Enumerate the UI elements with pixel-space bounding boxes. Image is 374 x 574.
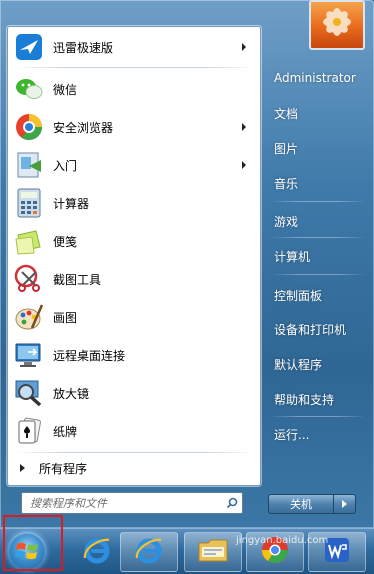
divider bbox=[270, 416, 366, 417]
submenu-arrow-icon[interactable] bbox=[242, 43, 246, 51]
start-menu: 迅雷极速版 微信 安全浏览器 入门 计算器 便笺 截图工具 画图 远程桌面连接 … bbox=[0, 0, 374, 528]
all-programs-button[interactable]: 所有程序 bbox=[10, 456, 256, 480]
program-calculator[interactable]: 计算器 bbox=[10, 185, 256, 221]
submenu-arrow-icon[interactable] bbox=[242, 123, 246, 131]
shutdown-options-button[interactable] bbox=[334, 494, 356, 514]
paint-icon bbox=[13, 301, 45, 333]
taskbar-explorer-button[interactable] bbox=[184, 532, 242, 572]
link-label: 默认程序 bbox=[274, 357, 323, 372]
user-picture[interactable] bbox=[309, 0, 365, 50]
program-label: 纸牌 bbox=[53, 424, 78, 439]
default-programs-link[interactable]: 默认程序 bbox=[268, 350, 368, 378]
run-link[interactable]: 运行... bbox=[268, 420, 368, 448]
link-label: 音乐 bbox=[274, 176, 299, 191]
help-support-link[interactable]: 帮助和支持 bbox=[268, 385, 368, 413]
program-sticky-notes[interactable]: 便笺 bbox=[10, 223, 256, 259]
divider bbox=[270, 237, 366, 238]
pictures-link[interactable]: 图片 bbox=[268, 134, 368, 162]
360-browser-icon bbox=[13, 111, 45, 143]
program-label: 放大镜 bbox=[53, 386, 90, 401]
getting-started-icon bbox=[13, 149, 45, 181]
program-label: 截图工具 bbox=[53, 272, 102, 287]
link-label: 文档 bbox=[274, 106, 299, 121]
documents-link[interactable]: 文档 bbox=[268, 99, 368, 127]
internet-explorer-icon bbox=[81, 534, 113, 570]
internet-explorer-icon bbox=[133, 534, 165, 570]
calculator-icon bbox=[13, 187, 45, 219]
wechat-icon bbox=[13, 73, 45, 105]
chevron-right-icon bbox=[342, 500, 347, 508]
programs-panel: 迅雷极速版 微信 安全浏览器 入门 计算器 便笺 截图工具 画图 远程桌面连接 … bbox=[7, 26, 261, 486]
program-label: 迅雷极速版 bbox=[53, 40, 114, 55]
expand-arrow-icon bbox=[20, 464, 25, 472]
xunlei-bird-icon bbox=[13, 31, 45, 63]
highlight-box bbox=[3, 515, 63, 571]
magnifier-icon bbox=[13, 377, 45, 409]
link-label: 图片 bbox=[274, 141, 299, 156]
divider bbox=[270, 201, 366, 202]
shutdown-label: 关机 bbox=[290, 498, 312, 511]
watermark: jingyan.baidu.com bbox=[236, 535, 329, 546]
divider bbox=[270, 274, 366, 275]
flower-icon bbox=[323, 8, 351, 36]
taskbar-ie-button[interactable] bbox=[68, 532, 126, 572]
sticky-notes-icon bbox=[13, 225, 45, 257]
program-paint[interactable]: 画图 bbox=[10, 299, 256, 335]
search-input[interactable] bbox=[22, 493, 222, 513]
games-link[interactable]: 游戏 bbox=[268, 207, 368, 235]
search-box[interactable] bbox=[21, 492, 243, 514]
computer-link[interactable]: 计算机 bbox=[268, 242, 368, 270]
program-360-browser[interactable]: 安全浏览器 bbox=[10, 109, 256, 145]
divider bbox=[14, 67, 254, 68]
link-label: 控制面板 bbox=[274, 288, 323, 303]
program-wechat[interactable]: 微信 bbox=[10, 71, 256, 107]
program-solitaire[interactable]: 纸牌 bbox=[10, 413, 256, 449]
program-xunlei[interactable]: 迅雷极速版 bbox=[10, 29, 256, 65]
program-label: 入门 bbox=[53, 158, 78, 173]
remote-desktop-icon bbox=[13, 339, 45, 371]
link-label: Administrator bbox=[274, 71, 356, 85]
shutdown-button[interactable]: 关机 bbox=[268, 494, 334, 514]
link-label: 运行... bbox=[274, 427, 310, 442]
search-icon[interactable] bbox=[222, 494, 242, 512]
all-programs-label: 所有程序 bbox=[39, 461, 88, 476]
music-link[interactable]: 音乐 bbox=[268, 169, 368, 197]
control-panel-link[interactable]: 控制面板 bbox=[268, 281, 368, 309]
user-name-link[interactable]: Administrator bbox=[268, 64, 368, 92]
link-label: 帮助和支持 bbox=[274, 392, 335, 407]
program-label: 远程桌面连接 bbox=[53, 348, 126, 363]
program-label: 计算器 bbox=[53, 196, 90, 211]
program-magnifier[interactable]: 放大镜 bbox=[10, 375, 256, 411]
program-label: 画图 bbox=[53, 310, 78, 325]
program-getting-started[interactable]: 入门 bbox=[10, 147, 256, 183]
link-label: 计算机 bbox=[274, 249, 311, 264]
program-remote-desktop[interactable]: 远程桌面连接 bbox=[10, 337, 256, 373]
program-label: 安全浏览器 bbox=[53, 120, 114, 135]
submenu-arrow-icon[interactable] bbox=[242, 161, 246, 169]
program-snipping-tool[interactable]: 截图工具 bbox=[10, 261, 256, 297]
link-label: 游戏 bbox=[274, 214, 299, 229]
program-label: 微信 bbox=[53, 82, 78, 97]
solitaire-icon bbox=[13, 415, 45, 447]
link-label: 设备和打印机 bbox=[274, 322, 347, 337]
snipping-tool-icon bbox=[13, 263, 45, 295]
divider bbox=[14, 452, 254, 453]
devices-printers-link[interactable]: 设备和打印机 bbox=[268, 315, 368, 343]
taskbar-ie-active-button[interactable] bbox=[120, 532, 178, 572]
program-label: 便笺 bbox=[53, 234, 78, 249]
file-explorer-folder-icon bbox=[196, 535, 230, 569]
